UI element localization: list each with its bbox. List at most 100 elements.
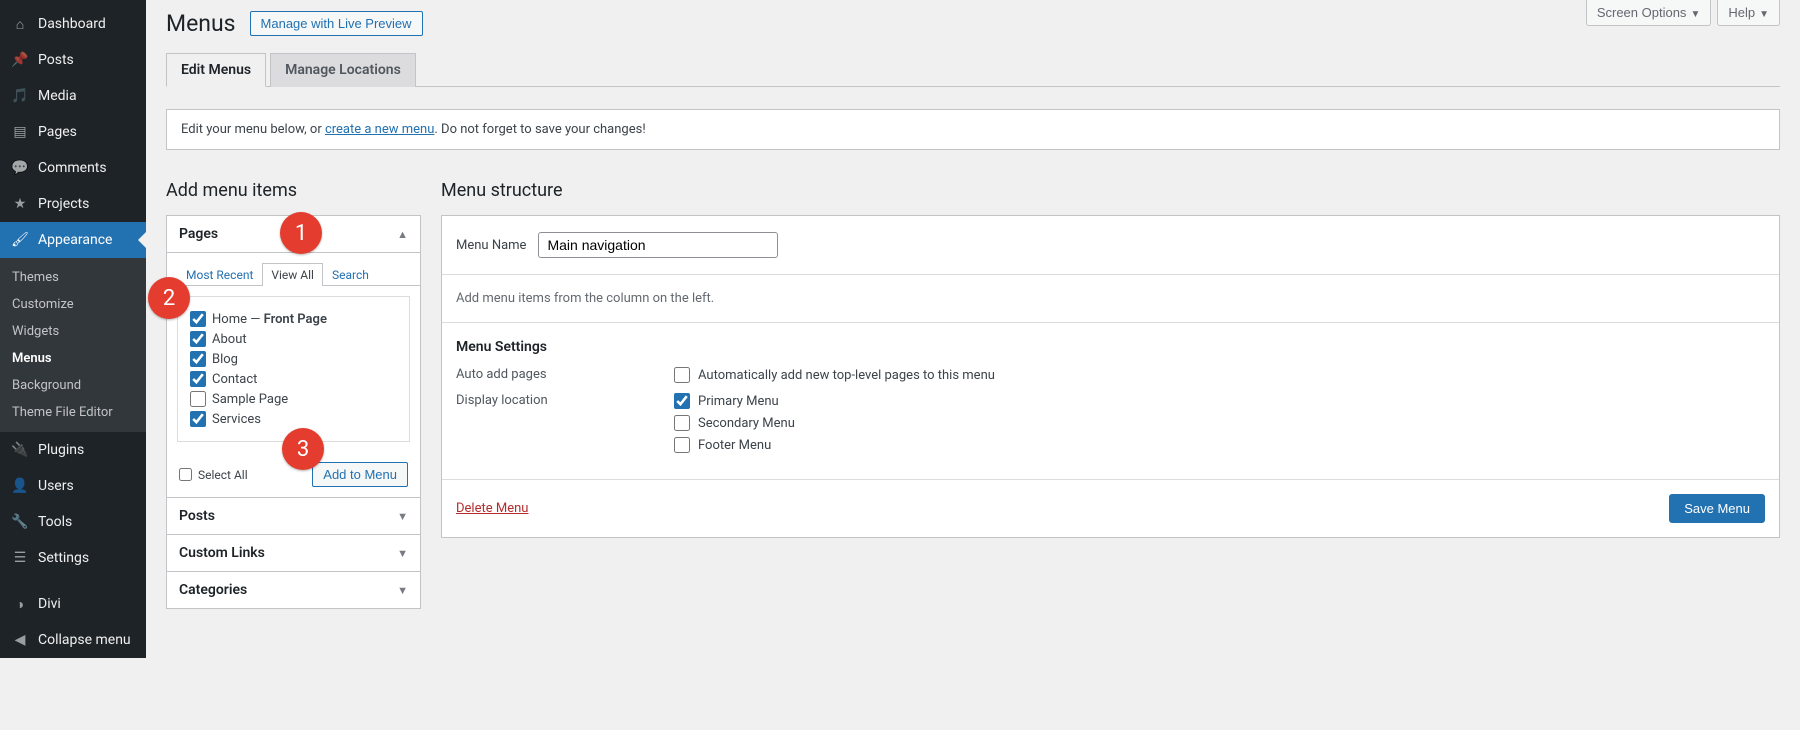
tab-edit-menus[interactable]: Edit Menus <box>166 53 266 87</box>
chevron-down-icon: ▼ <box>397 510 408 523</box>
page-checkbox[interactable] <box>190 331 206 347</box>
page-item-home[interactable]: Home — Front Page <box>190 309 397 329</box>
pages-icon: ▤ <box>10 122 30 142</box>
chevron-down-icon: ▼ <box>1690 9 1700 20</box>
auto-add-label: Auto add pages <box>456 367 674 382</box>
accordion-label: Posts <box>179 508 215 524</box>
sidebar-item-comments[interactable]: 💬Comments <box>0 150 146 186</box>
accordion-label: Categories <box>179 582 247 598</box>
select-all[interactable]: Select All <box>179 468 248 482</box>
sidebar-item-label: Pages <box>38 124 77 140</box>
sidebar-collapse-menu[interactable]: ◀Collapse menu <box>0 622 146 658</box>
page-checkbox[interactable] <box>190 411 206 427</box>
sidebar-item-dashboard[interactable]: ⌂ Dashboard <box>0 6 146 42</box>
submenu-background[interactable]: Background <box>0 372 146 399</box>
chevron-down-icon: ▼ <box>397 547 408 560</box>
sidebar-item-posts[interactable]: 📌 Posts <box>0 42 146 78</box>
inner-tab-search[interactable]: Search <box>323 263 378 286</box>
auto-add-option[interactable]: Automatically add new top-level pages to… <box>674 367 995 383</box>
sidebar-item-label: Posts <box>38 52 74 68</box>
annotation-marker-3: 3 <box>282 428 324 470</box>
location-primary-checkbox[interactable] <box>674 393 690 409</box>
sidebar-item-media[interactable]: 🎵Media <box>0 78 146 114</box>
help-button[interactable]: Help▼ <box>1717 0 1780 26</box>
submenu-themes[interactable]: Themes <box>0 264 146 291</box>
sidebar-item-pages[interactable]: ▤ Pages <box>0 114 146 150</box>
page-item-sample[interactable]: Sample Page <box>190 389 397 409</box>
page-checkbox[interactable] <box>190 391 206 407</box>
annotation-marker-1: 1 <box>280 212 322 254</box>
page-checkbox[interactable] <box>190 311 206 327</box>
sidebar-item-plugins[interactable]: 🔌Plugins <box>0 432 146 468</box>
menu-panel: Menu Name Add menu items from the column… <box>441 215 1780 538</box>
sidebar-item-label: Projects <box>38 196 89 212</box>
pin-icon: 📌 <box>10 50 30 70</box>
brush-icon: 🖌 <box>10 230 30 250</box>
sidebar-item-projects[interactable]: ★ Projects <box>0 186 146 222</box>
menu-structure-title: Menu structure <box>441 180 1780 201</box>
page-item-about[interactable]: About <box>190 329 397 349</box>
sidebar-item-label: Tools <box>38 514 72 530</box>
create-menu-link[interactable]: create a new menu <box>325 122 434 137</box>
location-secondary-option[interactable]: Secondary Menu <box>674 415 795 431</box>
user-icon: 👤 <box>10 476 30 496</box>
sidebar-item-label: Divi <box>38 596 61 612</box>
media-icon: 🎵 <box>10 86 30 106</box>
live-preview-button[interactable]: Manage with Live Preview <box>250 11 423 36</box>
submenu-menus[interactable]: Menus <box>0 345 146 372</box>
notice-bar: Edit your menu below, or create a new me… <box>166 109 1780 150</box>
sidebar-item-label: Settings <box>38 550 89 566</box>
accordion-pages: Pages ▲ Most Recent View All Search Home… <box>166 215 421 609</box>
sidebar-item-label: Dashboard <box>38 16 106 32</box>
nav-tabs: Edit Menus Manage Locations <box>166 53 1780 87</box>
sidebar-item-users[interactable]: 👤 Users <box>0 468 146 504</box>
page-item-blog[interactable]: Blog <box>190 349 397 369</box>
sidebar-item-tools[interactable]: 🔧Tools <box>0 504 146 540</box>
chevron-up-icon: ▲ <box>397 228 408 241</box>
location-primary-option[interactable]: Primary Menu <box>674 393 795 409</box>
inner-tab-recent[interactable]: Most Recent <box>177 263 262 286</box>
accordion-label: Pages <box>179 226 218 242</box>
sidebar-item-label: Users <box>38 478 74 494</box>
divi-icon: ◑ <box>10 594 30 614</box>
menu-settings-title: Menu Settings <box>456 339 1765 355</box>
pages-check-list: Home — Front Page About Blog Contact Sam… <box>177 296 410 442</box>
accordion-head-posts[interactable]: Posts ▼ <box>167 497 420 534</box>
page-checkbox[interactable] <box>190 371 206 387</box>
accordion-head-categories[interactable]: Categories ▼ <box>167 571 420 608</box>
location-secondary-checkbox[interactable] <box>674 415 690 431</box>
dashboard-icon: ⌂ <box>10 14 30 34</box>
page-item-contact[interactable]: Contact <box>190 369 397 389</box>
delete-menu-link[interactable]: Delete Menu <box>456 501 528 516</box>
plugin-icon: 🔌 <box>10 440 30 460</box>
save-menu-button[interactable]: Save Menu <box>1669 494 1765 523</box>
submenu-widgets[interactable]: Widgets <box>0 318 146 345</box>
notice-suffix: . Do not forget to save your changes! <box>434 122 645 137</box>
accordion-head-custom-links[interactable]: Custom Links ▼ <box>167 534 420 571</box>
select-all-checkbox[interactable] <box>179 468 192 481</box>
screen-options-button[interactable]: Screen Options▼ <box>1586 0 1712 26</box>
sidebar-item-appearance[interactable]: 🖌Appearance <box>0 222 146 258</box>
add-to-menu-button[interactable]: Add to Menu <box>312 462 408 487</box>
location-footer-option[interactable]: Footer Menu <box>674 437 795 453</box>
tab-manage-locations[interactable]: Manage Locations <box>270 53 416 87</box>
appearance-submenu: Themes Customize Widgets Menus Backgroun… <box>0 258 146 432</box>
submenu-theme-file-editor[interactable]: Theme File Editor <box>0 399 146 426</box>
sidebar-item-divi[interactable]: ◑ Divi <box>0 586 146 622</box>
menu-name-input[interactable] <box>538 232 778 258</box>
inner-tab-view-all[interactable]: View All <box>262 263 323 286</box>
page-item-services[interactable]: Services <box>190 409 397 429</box>
sliders-icon: ☰ <box>10 548 30 568</box>
chevron-down-icon: ▼ <box>1759 9 1769 20</box>
page-checkbox[interactable] <box>190 351 206 367</box>
annotation-marker-2: 2 <box>148 277 190 319</box>
submenu-customize[interactable]: Customize <box>0 291 146 318</box>
admin-sidebar: ⌂ Dashboard 📌 Posts 🎵Media ▤ Pages 💬Comment… <box>0 0 146 658</box>
auto-add-checkbox[interactable] <box>674 367 690 383</box>
sidebar-item-settings[interactable]: ☰ Settings <box>0 540 146 576</box>
location-footer-checkbox[interactable] <box>674 437 690 453</box>
star-icon: ★ <box>10 194 30 214</box>
accordion-label: Custom Links <box>179 545 265 561</box>
chevron-down-icon: ▼ <box>397 584 408 597</box>
main-content: Screen Options▼ Help▼ Menus Manage with … <box>146 0 1800 658</box>
